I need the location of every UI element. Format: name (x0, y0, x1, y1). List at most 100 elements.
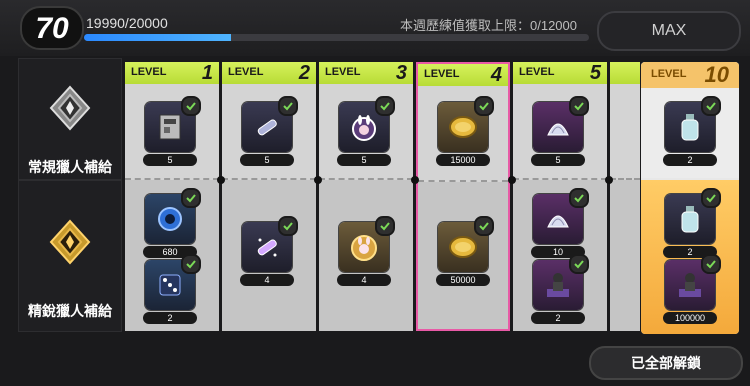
reward-item[interactable]: 100000 (663, 254, 721, 324)
tube-icon (251, 111, 283, 143)
level-label: LEVEL (519, 66, 555, 78)
xp-progress-bar (84, 34, 589, 41)
claimed-check-icon (474, 96, 494, 116)
claimed-check-icon (375, 216, 395, 236)
unlock-all-button[interactable]: 已全部解鎖 (589, 346, 743, 380)
reward-qty: 2 (531, 312, 585, 324)
level-label: LEVEL (651, 68, 687, 80)
claimed-check-icon (569, 254, 589, 274)
connector-dot (411, 176, 419, 184)
claimed-check-icon (278, 96, 298, 116)
claimed-check-icon (701, 188, 721, 208)
claimed-check-icon (181, 254, 201, 274)
claimed-check-icon (181, 188, 201, 208)
level-number: 4 (490, 64, 502, 86)
reward-item[interactable]: 2 (663, 188, 721, 258)
level-number: 2 (298, 62, 310, 84)
gold-crest-icon (47, 219, 93, 265)
connector-dot (605, 176, 613, 184)
reward-qty: 5 (337, 154, 391, 166)
reward-item[interactable]: 2 (531, 254, 589, 324)
coin-icon (447, 111, 479, 143)
silver-crest-icon (47, 85, 93, 131)
claimed-check-icon (278, 216, 298, 236)
level-label: LEVEL (424, 68, 460, 80)
level-column-2: LEVEL 2 5 4 (222, 62, 316, 331)
divider (222, 178, 316, 182)
rabbit-coin-icon (348, 231, 380, 263)
blue-orb-icon (154, 203, 186, 235)
level-number: 3 (395, 62, 407, 84)
weekly-limit-text: 本週歷練值獲取上限：0/12000 (400, 18, 577, 33)
divider (418, 180, 508, 184)
reward-qty: 5 (240, 154, 294, 166)
claimed-check-icon (701, 96, 721, 116)
reward-item[interactable]: 10 (531, 188, 589, 258)
regular-supply-row: 常規獵人補給 (18, 58, 122, 180)
reward-item[interactable]: 4 (337, 216, 395, 286)
reward-qty: 2 (143, 312, 197, 324)
claimed-check-icon (181, 96, 201, 116)
level-column-3: LEVEL 3 5 4 (319, 62, 413, 331)
current-level: 70 (35, 12, 69, 45)
elite-supply-label: 精銳獵人補給 (28, 303, 112, 319)
level-column-4: LEVEL 4 15000 50000 (416, 62, 510, 331)
bottle-icon (674, 111, 706, 143)
connector-dot (217, 176, 225, 184)
level-number: 5 (589, 62, 601, 84)
top-bar: 70 19990/20000 本週歷練值獲取上限：0/12000 MAX (0, 0, 750, 56)
rabbit-badge-icon (348, 111, 380, 143)
reward-item[interactable]: 15000 (436, 96, 494, 166)
level-label: LEVEL (325, 66, 361, 78)
reward-qty: 5 (531, 154, 585, 166)
level-label: LEVEL (131, 66, 167, 78)
level-number: 10 (704, 62, 729, 87)
reward-qty: 5 (143, 154, 197, 166)
shell-icon (542, 203, 574, 235)
elite-supply-row: 精銳獵人補給 (18, 180, 122, 332)
max-button[interactable]: MAX (597, 11, 741, 51)
level-label: LEVEL (228, 66, 264, 78)
reward-qty: 100000 (663, 312, 717, 324)
shell-icon (542, 111, 574, 143)
level-column-10: LEVEL 10 2 2 100000 (641, 62, 739, 334)
reward-item[interactable]: 2 (143, 254, 201, 324)
reward-item[interactable]: 5 (240, 96, 298, 166)
claimed-check-icon (375, 96, 395, 116)
regular-supply-label: 常規獵人補給 (28, 159, 112, 175)
reward-item[interactable]: 5 (531, 96, 589, 166)
figure-icon (674, 269, 706, 301)
level-badge: 70 (20, 6, 84, 50)
connector-dot (508, 176, 516, 184)
dice-icon (154, 269, 186, 301)
reward-item[interactable]: 50000 (436, 216, 494, 286)
reward-item[interactable]: 2 (663, 96, 721, 166)
coin-icon (447, 231, 479, 263)
reward-item[interactable]: 680 (143, 188, 201, 258)
id-card-icon (154, 111, 186, 143)
figure-icon (542, 269, 574, 301)
reward-qty: 50000 (436, 274, 490, 286)
level-number: 1 (201, 62, 213, 84)
connector-dot (314, 176, 322, 184)
reward-qty: 2 (663, 154, 717, 166)
bottle-icon (674, 203, 706, 235)
reward-qty: 4 (240, 274, 294, 286)
sparkle-tube-icon (251, 231, 283, 263)
xp-progress-fill (84, 34, 231, 41)
claimed-check-icon (569, 96, 589, 116)
reward-qty: 4 (337, 274, 391, 286)
xp-text: 19990/20000 (86, 15, 168, 31)
claimed-check-icon (569, 188, 589, 208)
divider (125, 178, 219, 182)
reward-item[interactable]: 4 (240, 216, 298, 286)
reward-qty: 15000 (436, 154, 490, 166)
reward-item[interactable]: 5 (143, 96, 201, 166)
level-column-1: LEVEL 1 5 680 2 (125, 62, 219, 331)
level-column-partial (610, 62, 640, 331)
claimed-check-icon (701, 254, 721, 274)
level-column-5: LEVEL 5 5 10 2 (513, 62, 607, 331)
divider (513, 178, 607, 182)
claimed-check-icon (474, 216, 494, 236)
reward-item[interactable]: 5 (337, 96, 395, 166)
